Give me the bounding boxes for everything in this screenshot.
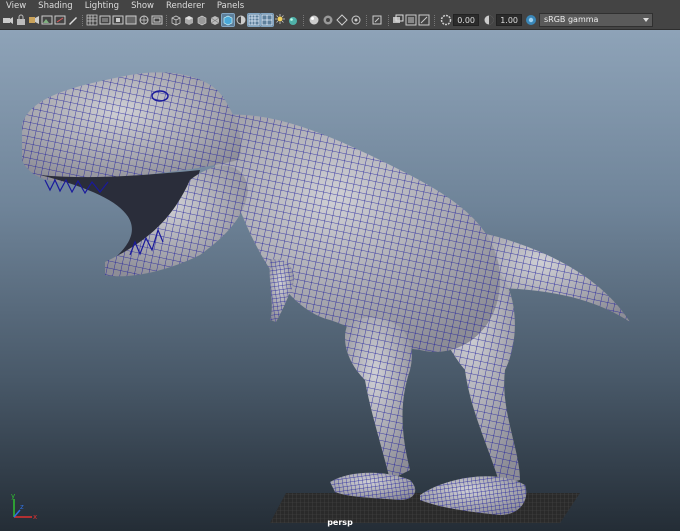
motion-blur-icon[interactable] [260,13,274,27]
anti-aliasing-icon[interactable] [274,14,286,26]
xray-components-icon[interactable] [350,14,362,26]
menu-view[interactable]: View [6,0,26,12]
menu-renderer[interactable]: Renderer [166,0,205,12]
menu-shading[interactable]: Shading [38,0,73,12]
camera-icon[interactable] [2,14,14,26]
menu-lighting[interactable]: Lighting [85,0,119,12]
gamma-field[interactable]: 1.00 [496,14,522,26]
gamma-icon[interactable] [483,14,495,26]
maya-viewport-panel: View Shading Lighting Show Renderer Pane… [0,0,680,531]
depth-of-field-icon[interactable] [287,14,299,26]
xray-icon[interactable] [322,14,334,26]
smooth-shade-icon[interactable] [183,14,195,26]
colorspace-selected: sRGB gamma [544,15,599,24]
axis-z-label: z [20,503,24,511]
panel-menu-bar: View Shading Lighting Show Renderer Pane… [0,0,680,12]
exposure-icon[interactable] [440,14,452,26]
menu-panels[interactable]: Panels [217,0,244,12]
bookmark-icon[interactable] [28,14,40,26]
trex-mesh [22,72,630,515]
trex-model-render [22,72,630,523]
safe-action-icon[interactable] [151,14,163,26]
grease-pencil-icon[interactable] [67,14,79,26]
render-view-icon[interactable] [405,14,417,26]
frame-all-icon[interactable] [418,14,430,26]
xray-joints-icon[interactable] [336,14,348,26]
panel-toolbar: 0.00 1.00 sRGB gamma [0,12,680,30]
axis-y-label: y [11,493,15,500]
textured-icon[interactable] [209,14,221,26]
3d-viewport[interactable]: x y z persp [0,30,680,531]
screen-ao-icon[interactable] [247,13,261,27]
colorspace-icon[interactable] [525,14,537,26]
exposure-field[interactable]: 0.00 [453,14,479,26]
lights-icon[interactable] [221,13,235,27]
camera-name-label: persp [327,518,353,527]
image-plane-icon[interactable] [41,14,53,26]
2d-pan-icon[interactable] [54,14,66,26]
field-chart-icon[interactable] [138,14,150,26]
shadows-icon[interactable] [235,14,247,26]
resolution-gate-icon[interactable] [112,14,124,26]
camera-attributes-icon[interactable] [371,14,383,26]
isolate-select-icon[interactable] [308,14,320,26]
wireframe-icon[interactable] [170,14,182,26]
menu-show[interactable]: Show [131,0,154,12]
gate-mask-icon[interactable] [125,14,137,26]
snapshot-icon[interactable] [392,14,404,26]
chevron-down-icon [643,18,649,22]
wireframe-on-shaded-icon[interactable] [196,14,208,26]
lock-camera-icon[interactable] [15,14,27,26]
grid-icon[interactable] [86,14,98,26]
colorspace-dropdown[interactable]: sRGB gamma [539,13,653,27]
film-gate-icon[interactable] [99,14,111,26]
